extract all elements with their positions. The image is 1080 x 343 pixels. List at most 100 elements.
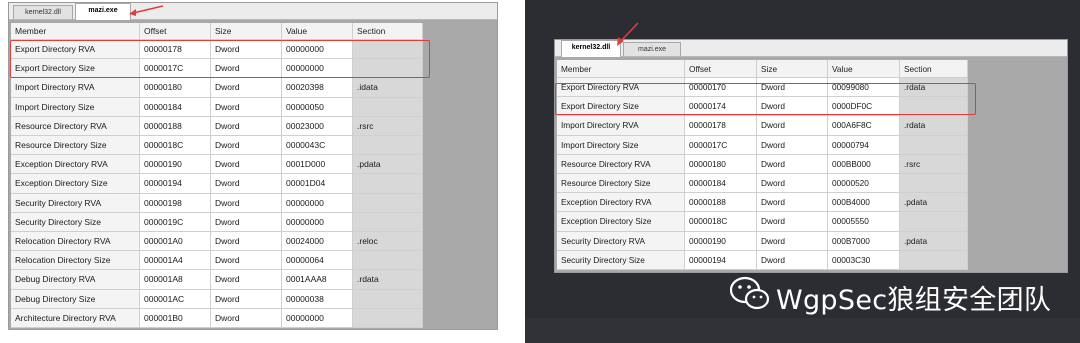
table-row[interactable]: Security Directory RVA 00000190 Dword 000B7… (557, 231, 968, 251)
table-cell: 00000520 (828, 174, 900, 194)
column-header[interactable]: Member (11, 23, 140, 40)
table-cell: Dword (211, 212, 282, 232)
table-cell: 00023000 (282, 116, 353, 136)
table-row[interactable]: Debug Directory RVA 000001A8 Dword 0001AAA8… (11, 270, 423, 290)
column-header[interactable]: Section (900, 60, 968, 78)
column-header[interactable]: Size (757, 60, 828, 78)
table-row[interactable]: Architecture Directory RVA 000001B0 Dword 0… (11, 308, 423, 328)
table-cell (353, 289, 423, 309)
table-cell (353, 97, 423, 117)
table-cell: Import Directory RVA (557, 116, 685, 136)
table-cell (353, 193, 423, 213)
table-cell: Debug Directory RVA (11, 270, 140, 290)
table-cell: 00000190 (685, 231, 757, 251)
table-cell: Import Directory Size (11, 97, 140, 117)
table-cell: 00000184 (140, 97, 211, 117)
table-cell (900, 250, 968, 270)
table-cell: 00000184 (685, 174, 757, 194)
table-row[interactable]: Import Directory RVA 00000180 Dword 0002039… (11, 78, 423, 98)
table-cell: Dword (757, 250, 828, 270)
table-cell: Exception Directory RVA (557, 193, 685, 213)
table-cell (900, 174, 968, 194)
table-cell: Security Directory RVA (557, 231, 685, 251)
table-cell: Dword (757, 154, 828, 174)
table-cell (353, 212, 423, 232)
table-cell: 000001A0 (140, 232, 211, 252)
right-highlight-box (555, 83, 976, 115)
table-row[interactable]: Exception Directory RVA 00000188 Dword 000B… (557, 193, 968, 213)
table-cell: 00000794 (828, 135, 900, 155)
table-row[interactable]: Exception Directory Size 0000018C Dword 000… (557, 212, 968, 232)
table-cell: 00000050 (282, 97, 353, 117)
table-cell: .rsrc (353, 116, 423, 136)
table-cell: .pdata (353, 155, 423, 175)
table-cell: 000001A4 (140, 251, 211, 271)
table-cell: 00000180 (140, 78, 211, 98)
table-cell (353, 251, 423, 271)
table-cell: 0001D000 (282, 155, 353, 175)
table-row[interactable]: Resource Directory Size 0000018C Dword 0000… (11, 136, 423, 156)
table-cell: Import Directory Size (557, 135, 685, 155)
table-cell: Dword (757, 193, 828, 213)
table-row[interactable]: Security Directory RVA 00000198 Dword 00000… (11, 193, 423, 213)
table-header: Member Offset Size Value Section (557, 60, 968, 78)
table-row[interactable]: Import Directory Size 00000184 Dword 000000… (11, 97, 423, 117)
table-cell: Exception Directory Size (557, 212, 685, 232)
table-cell: 00000000 (282, 193, 353, 213)
table-cell: Dword (211, 155, 282, 175)
table-cell: Architecture Directory RVA (11, 308, 140, 328)
table-cell: 00020398 (282, 78, 353, 98)
table-cell: 00005550 (828, 212, 900, 232)
table-row[interactable]: Import Directory RVA 00000178 Dword 000A6F8… (557, 116, 968, 136)
table-cell: Security Directory Size (557, 250, 685, 270)
table-row[interactable]: Debug Directory Size 000001AC Dword 0000003… (11, 289, 423, 309)
table-row[interactable]: Relocation Directory RVA 000001A0 Dword 000… (11, 232, 423, 252)
table-cell: Dword (211, 289, 282, 309)
table-row[interactable]: Resource Directory RVA 00000180 Dword 000BB… (557, 154, 968, 174)
table-cell: Resource Directory RVA (557, 154, 685, 174)
table-row[interactable]: Import Directory Size 0000017C Dword 000007… (557, 135, 968, 155)
column-header[interactable]: Offset (140, 23, 211, 40)
tab-kernel32[interactable]: kernel32.dll (13, 5, 73, 19)
table-cell: 0000018C (685, 212, 757, 232)
table-cell: 00000194 (140, 174, 211, 194)
table-cell: 000001B0 (140, 308, 211, 328)
right-window: kernel32.dll mazi.exe Member Offset Size Va… (554, 39, 1068, 273)
table-cell: 00000188 (140, 116, 211, 136)
table-row[interactable]: Security Directory Size 0000019C Dword 0000… (11, 212, 423, 232)
left-arrow-icon (129, 5, 164, 16)
table-cell: 000B7000 (828, 231, 900, 251)
tab-mazi[interactable]: mazi.exe (75, 3, 131, 20)
column-header[interactable]: Value (828, 60, 900, 78)
table-cell: .pdata (900, 193, 968, 213)
column-header[interactable]: Section (353, 23, 423, 40)
table-row[interactable]: Exception Directory Size 00000194 Dword 000… (11, 174, 423, 194)
table-cell (353, 174, 423, 194)
table-cell: Dword (211, 308, 282, 328)
table-row[interactable]: Exception Directory RVA 00000190 Dword 0001… (11, 155, 423, 175)
table-cell: .rsrc (900, 154, 968, 174)
table-cell: Relocation Directory RVA (11, 232, 140, 252)
table-row[interactable]: Relocation Directory Size 000001A4 Dword 00… (11, 251, 423, 271)
watermark: WgpSec狼组安全团队 (728, 270, 1080, 320)
table-row[interactable]: Security Directory Size 00000194 Dword 0000… (557, 250, 968, 270)
table-row[interactable]: Resource Directory Size 00000184 Dword 0000… (557, 174, 968, 194)
column-header[interactable]: Size (211, 23, 282, 40)
table-cell: Resource Directory Size (557, 174, 685, 194)
table-cell: .reloc (353, 232, 423, 252)
column-header[interactable]: Value (282, 23, 353, 40)
table-cell: 00000190 (140, 155, 211, 175)
table-cell: Dword (211, 174, 282, 194)
column-header[interactable]: Offset (685, 60, 757, 78)
table-cell (353, 308, 423, 328)
table-cell (900, 212, 968, 232)
table-cell: Dword (211, 116, 282, 136)
watermark-text: WgpSec狼组安全团队 (776, 285, 1052, 316)
table-cell: Dword (211, 251, 282, 271)
table-row[interactable]: Resource Directory RVA 00000188 Dword 00023… (11, 116, 423, 136)
column-header[interactable]: Member (557, 60, 685, 78)
table-cell: 0000019C (140, 212, 211, 232)
table-cell: 00000064 (282, 251, 353, 271)
table-header: Member Offset Size Value Section (11, 23, 423, 40)
table-cell: Security Directory RVA (11, 193, 140, 213)
